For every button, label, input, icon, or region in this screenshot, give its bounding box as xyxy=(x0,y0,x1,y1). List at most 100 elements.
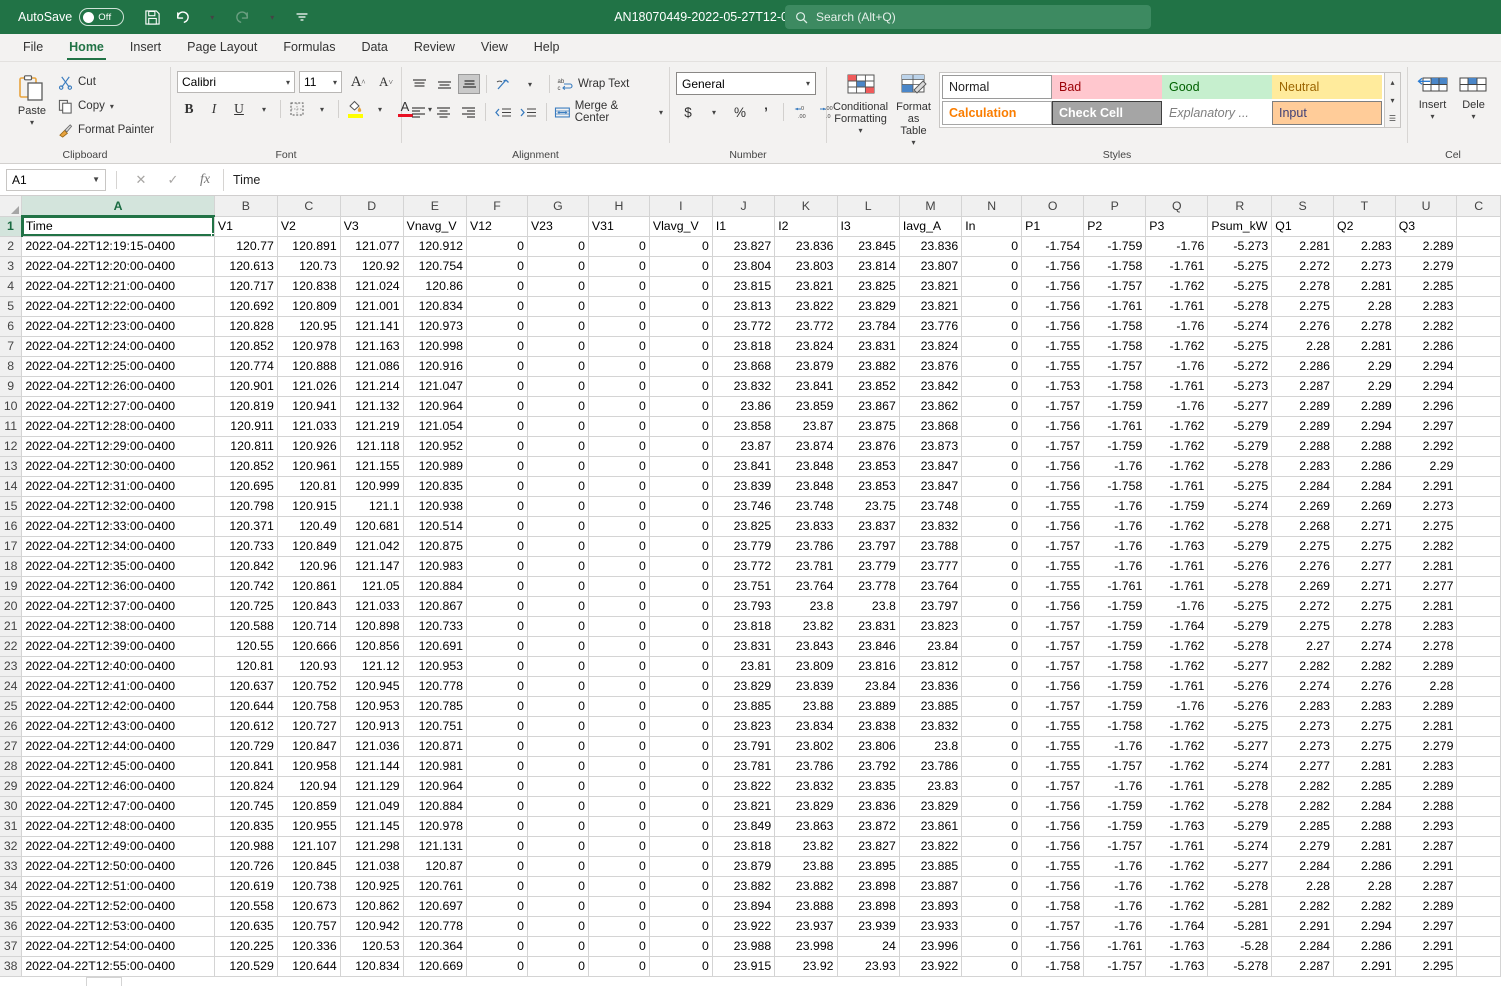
grid-cell[interactable]: 2.282 xyxy=(1271,796,1334,817)
grid-cell[interactable]: -1.762 xyxy=(1145,276,1209,297)
grid-cell[interactable]: 0 xyxy=(588,576,650,597)
grid-cell[interactable]: -5.275 xyxy=(1207,716,1273,737)
grid-cell[interactable]: 120.945 xyxy=(340,676,404,697)
grid-cell[interactable]: 23.922 xyxy=(712,916,776,937)
grid-cell[interactable]: 2.288 xyxy=(1333,436,1396,457)
grid-cell[interactable]: 0 xyxy=(961,816,1023,837)
grid-cell[interactable]: 0 xyxy=(527,696,589,717)
grid-cell[interactable]: 23.894 xyxy=(712,896,776,917)
grid-cell[interactable]: 120.973 xyxy=(403,316,468,337)
grid-cell[interactable]: 0 xyxy=(649,756,713,777)
grid-cell[interactable]: -1.757 xyxy=(1021,536,1085,557)
grid-cell[interactable]: 0 xyxy=(527,396,589,417)
column-header-o[interactable]: O xyxy=(1021,196,1085,217)
grid-cell[interactable]: 0 xyxy=(961,456,1023,477)
grid-cell[interactable]: 2.27 xyxy=(1271,636,1334,657)
grid-cell[interactable]: 2.283 xyxy=(1271,696,1334,717)
grid-cell[interactable]: 120.733 xyxy=(403,616,468,637)
table-row[interactable]: 12 2022-04-22T12:29:00-0400 120.811 120.926… xyxy=(0,436,1501,457)
grid-cell[interactable]: 0 xyxy=(466,436,528,457)
grid-cell[interactable]: -1.763 xyxy=(1145,956,1209,977)
grid-cell[interactable]: 23.802 xyxy=(774,736,838,757)
grid-cell[interactable]: 120.691 xyxy=(403,636,468,657)
grid-cell[interactable]: 2.287 xyxy=(1395,876,1458,897)
grid-cell[interactable]: 0 xyxy=(466,396,528,417)
grid-cell[interactable]: 23.764 xyxy=(899,576,963,597)
table-row[interactable]: 24 2022-04-22T12:41:00-0400 120.637 120.752… xyxy=(0,676,1501,697)
grid-cell[interactable]: -5.275 xyxy=(1207,256,1273,277)
grid-cell[interactable] xyxy=(1456,456,1501,477)
row-header-6[interactable]: 6 xyxy=(0,316,23,337)
grid-cell[interactable]: 0 xyxy=(588,456,650,477)
grid-cell[interactable]: 2.289 xyxy=(1395,236,1458,257)
grid-cell[interactable]: 120.988 xyxy=(214,836,278,857)
grid-cell[interactable]: 2.279 xyxy=(1271,836,1334,857)
row-header-33[interactable]: 33 xyxy=(0,856,23,877)
grid-cell[interactable]: 0 xyxy=(527,436,589,457)
grid-cell[interactable]: 2.289 xyxy=(1395,776,1458,797)
grid-cell[interactable]: -5.279 xyxy=(1207,536,1273,557)
header-cell[interactable]: V1 xyxy=(214,216,278,237)
grid-cell[interactable]: -1.76 xyxy=(1145,696,1209,717)
grid-cell[interactable]: -1.757 xyxy=(1083,836,1147,857)
grid-cell[interactable]: -5.278 xyxy=(1207,796,1273,817)
grid-cell[interactable]: 0 xyxy=(527,516,589,537)
grid-cell[interactable]: 23.827 xyxy=(712,236,776,257)
grid-cell[interactable]: -1.761 xyxy=(1083,936,1147,957)
grid-cell[interactable]: 0 xyxy=(527,836,589,857)
grid-cell[interactable]: -1.76 xyxy=(1083,516,1147,537)
grid-cell[interactable]: -1.76 xyxy=(1083,876,1147,897)
grid-cell[interactable]: 120.371 xyxy=(214,516,278,537)
grid-cell[interactable] xyxy=(1456,256,1501,277)
grid-cell[interactable]: 0 xyxy=(466,656,528,677)
grid-cell[interactable]: 0 xyxy=(649,896,713,917)
grid-cell[interactable]: 0 xyxy=(649,256,713,277)
grid-cell[interactable]: 120.669 xyxy=(403,956,468,977)
table-row[interactable]: 9 2022-04-22T12:26:00-0400 120.901 121.026 1… xyxy=(0,376,1501,397)
grid-cell[interactable]: -1.763 xyxy=(1145,536,1209,557)
grid-cell[interactable]: -5.272 xyxy=(1207,356,1273,377)
grid-cell[interactable]: 2022-04-22T12:41:00-0400 xyxy=(21,676,215,697)
grid-cell[interactable]: 120.838 xyxy=(277,276,341,297)
column-header-s[interactable]: S xyxy=(1271,196,1334,217)
grid-cell[interactable]: 23.848 xyxy=(774,476,838,497)
grid-cell[interactable]: 120.884 xyxy=(403,576,468,597)
grid-cell[interactable] xyxy=(1456,736,1501,757)
grid-cell[interactable]: 0 xyxy=(961,276,1023,297)
grid-cell[interactable]: 23.822 xyxy=(899,836,963,857)
grid-cell[interactable]: 2.283 xyxy=(1395,616,1458,637)
grid-cell[interactable]: 0 xyxy=(649,456,713,477)
grid-cell[interactable]: 23.836 xyxy=(774,236,838,257)
grid-cell[interactable]: -1.762 xyxy=(1145,856,1209,877)
grid-cell[interactable]: -1.757 xyxy=(1021,616,1085,637)
row-header-32[interactable]: 32 xyxy=(0,836,23,857)
grid-cell[interactable]: 2.288 xyxy=(1333,816,1396,837)
grid-cell[interactable]: -5.277 xyxy=(1207,736,1273,757)
row-header-26[interactable]: 26 xyxy=(0,716,23,737)
grid-cell[interactable]: 0 xyxy=(588,936,650,957)
grid-cell[interactable]: 0 xyxy=(961,256,1023,277)
grid-cell[interactable]: 0 xyxy=(588,516,650,537)
grid-cell[interactable]: -5.281 xyxy=(1207,896,1273,917)
grid-cell[interactable]: 0 xyxy=(527,496,589,517)
table-row[interactable]: 35 2022-04-22T12:52:00-0400 120.558 120.673… xyxy=(0,896,1501,917)
table-row[interactable]: 23 2022-04-22T12:40:00-0400 120.81 120.93 12… xyxy=(0,656,1501,677)
grid-cell[interactable]: 2.292 xyxy=(1395,436,1458,457)
column-header-h[interactable]: H xyxy=(588,196,650,217)
grid-cell[interactable]: 2.286 xyxy=(1333,456,1396,477)
grid-cell[interactable]: 121.033 xyxy=(277,416,341,437)
grid-cell[interactable]: 120.87 xyxy=(403,856,468,877)
grid-cell[interactable]: -1.762 xyxy=(1145,896,1209,917)
grid-cell[interactable]: -1.759 xyxy=(1083,616,1147,637)
grid-cell[interactable]: 2022-04-22T12:39:00-0400 xyxy=(21,636,215,657)
cell-a1-selected[interactable]: Time xyxy=(21,216,215,237)
header-cell[interactable]: V23 xyxy=(527,216,589,237)
grid-cell[interactable]: -5.278 xyxy=(1207,776,1273,797)
grid-cell[interactable]: 0 xyxy=(527,376,589,397)
tab-view[interactable]: View xyxy=(468,37,521,61)
grid-cell[interactable]: 23.772 xyxy=(774,316,838,337)
grid-cell[interactable]: 0 xyxy=(588,476,650,497)
grid-cell[interactable]: 2.278 xyxy=(1333,616,1396,637)
grid-cell[interactable]: -1.755 xyxy=(1021,356,1085,377)
grid-cell[interactable]: 23.786 xyxy=(774,536,838,557)
